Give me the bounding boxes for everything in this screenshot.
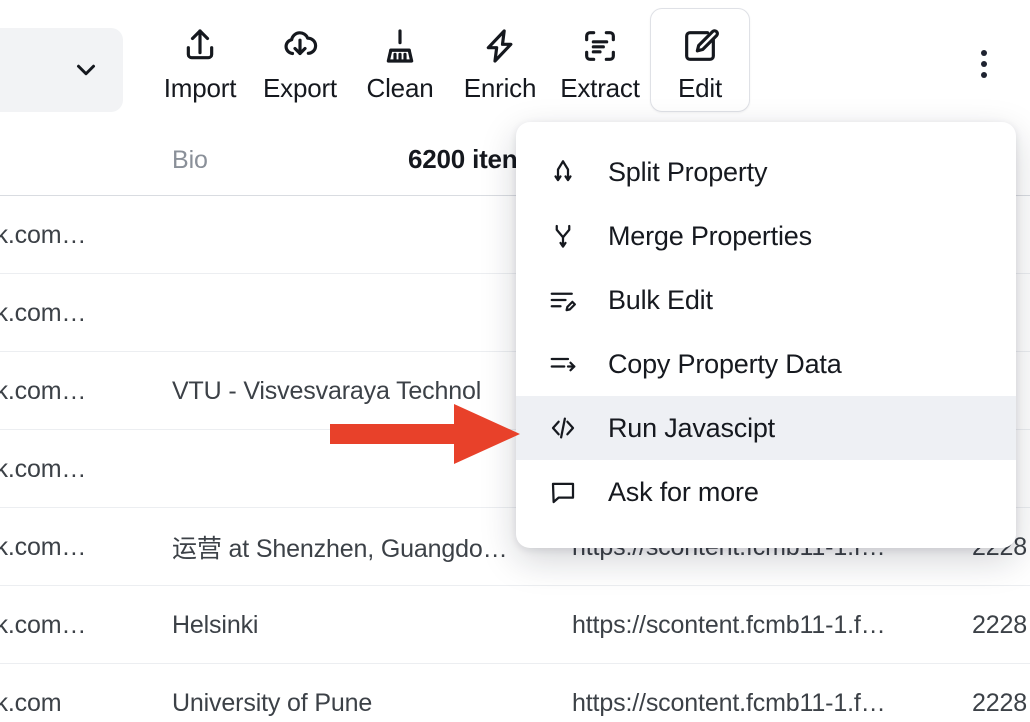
import-button[interactable]: Import xyxy=(150,8,250,112)
cell-number: 2228 xyxy=(972,688,1028,717)
split-arrows-icon xyxy=(546,155,580,189)
cell-image: https://scontent.fcmb11-1.f… xyxy=(572,688,886,717)
cell-bio xyxy=(172,196,562,274)
menu-item-label: Copy Property Data xyxy=(608,348,842,379)
menu-item-ask-for-more[interactable]: Ask for more xyxy=(516,460,1016,524)
table-row[interactable]: ook.com… Helsinki https://scontent.fcmb1… xyxy=(0,586,1030,664)
menu-item-run-javascipt[interactable]: Run Javascipt xyxy=(516,396,1016,460)
code-brackets-icon xyxy=(546,411,580,445)
menu-item-label: Merge Properties xyxy=(608,220,812,251)
menu-item-label: Split Property xyxy=(608,156,768,187)
merge-arrows-icon xyxy=(546,219,580,253)
enrich-button[interactable]: Enrich xyxy=(450,8,550,112)
extract-button[interactable]: Extract xyxy=(550,8,650,112)
table-row[interactable]: ook.com University of Pune https://scont… xyxy=(0,664,1030,722)
chat-bubble-icon xyxy=(546,475,580,509)
cell-number: 2228 xyxy=(972,610,1028,639)
menu-item-label: Run Javascipt xyxy=(608,412,775,443)
cell-url: ook.com… xyxy=(0,220,87,249)
enrich-label: Enrich xyxy=(463,73,537,103)
edit-button[interactable]: Edit xyxy=(650,8,750,112)
cell-url: ook.com… xyxy=(0,532,87,561)
broom-icon xyxy=(380,23,420,69)
app-root: Import Export Clean Enrich Extract Edit … xyxy=(0,0,1030,722)
list-pencil-icon xyxy=(546,283,580,317)
cloud-download-icon xyxy=(280,23,320,69)
cell-bio: Helsinki xyxy=(172,610,259,639)
extract-label: Extract xyxy=(560,73,640,103)
arrow-lines-icon xyxy=(546,347,580,381)
edit-dropdown-menu: Split Property Merge Properties Bulk Edi… xyxy=(516,122,1016,548)
cell-bio: VTU - Visvesvaraya Technol xyxy=(172,376,482,405)
cell-url: ook.com xyxy=(0,688,62,717)
clean-label: Clean xyxy=(366,73,434,103)
cell-url: ook.com… xyxy=(0,376,87,405)
export-label: Export xyxy=(263,73,337,103)
kebab-dot xyxy=(981,61,987,67)
upload-icon xyxy=(180,23,220,69)
kebab-dot xyxy=(981,50,987,56)
import-label: Import xyxy=(163,73,237,103)
item-count-label: 6200 iten xyxy=(408,144,518,174)
toolbar: Import Export Clean Enrich Extract Edit xyxy=(0,0,1030,122)
column-header-bio[interactable]: Bio xyxy=(172,146,208,175)
pencil-square-icon xyxy=(680,23,720,69)
cell-bio xyxy=(172,274,562,352)
menu-item-merge-properties[interactable]: Merge Properties xyxy=(516,204,1016,268)
cell-image: https://scontent.fcmb11-1.f… xyxy=(572,610,886,639)
menu-item-bulk-edit[interactable]: Bulk Edit xyxy=(516,268,1016,332)
menu-item-label: Bulk Edit xyxy=(608,284,713,315)
cell-bio xyxy=(172,430,562,508)
lightning-bolt-icon xyxy=(480,23,520,69)
menu-item-split-property[interactable]: Split Property xyxy=(516,140,1016,204)
cell-url: ook.com… xyxy=(0,298,87,327)
cell-bio: 运营 at Shenzhen, Guangdo… xyxy=(172,535,508,563)
menu-item-label: Ask for more xyxy=(608,476,759,507)
cell-bio: University of Pune xyxy=(172,688,373,717)
cell-url: ook.com… xyxy=(0,454,87,483)
cell-url: ook.com… xyxy=(0,610,87,639)
chevron-down-icon[interactable] xyxy=(71,55,101,85)
menu-item-copy-property-data[interactable]: Copy Property Data xyxy=(516,332,1016,396)
toolbar-actions: Import Export Clean Enrich Extract Edit xyxy=(150,8,750,118)
clean-button[interactable]: Clean xyxy=(350,8,450,112)
kebab-dot xyxy=(981,72,987,78)
scan-text-icon xyxy=(580,23,620,69)
export-button[interactable]: Export xyxy=(250,8,350,112)
filter-chip[interactable] xyxy=(0,28,123,112)
edit-label: Edit xyxy=(677,73,722,103)
kebab-vertical-icon[interactable] xyxy=(958,38,1010,90)
